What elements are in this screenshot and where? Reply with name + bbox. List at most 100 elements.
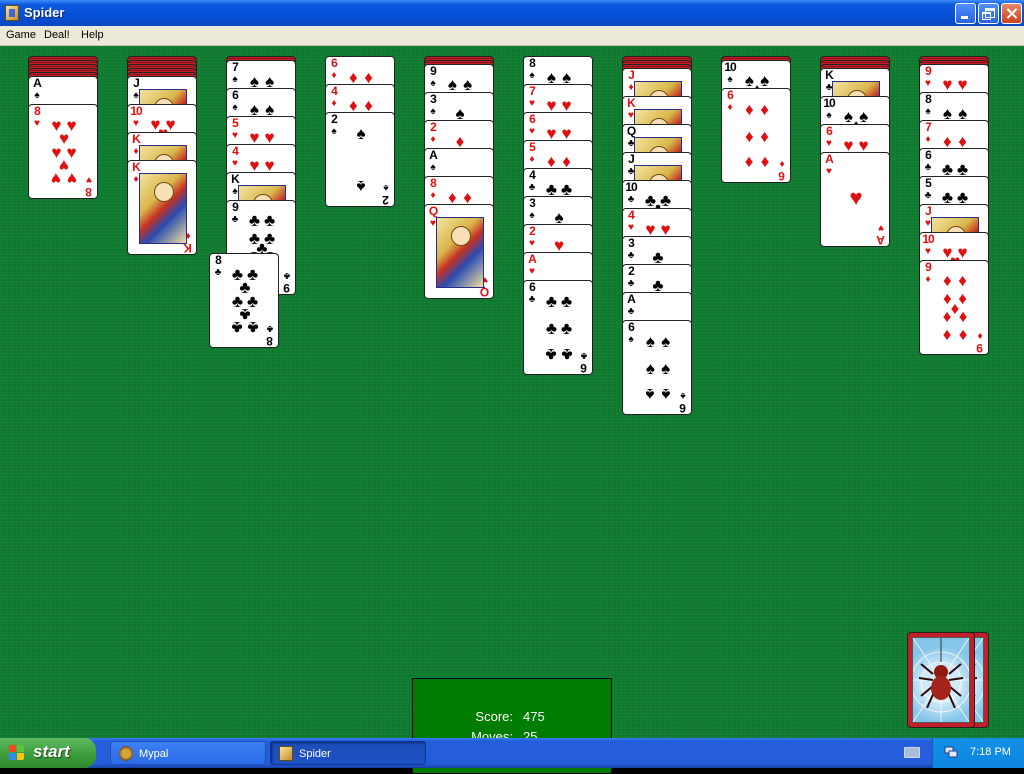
game-table: A♠A♠♠8♥8♥♥♥♥♥♥♥♥♥J♠J♠10♥10♥♥♥♥♥♥♥♥♥♥♥K♦K…	[0, 46, 1024, 774]
card-index-top: 7 ♥	[526, 85, 538, 109]
restore-button[interactable]	[978, 3, 999, 24]
card-suit-icon: ♣	[627, 306, 635, 317]
clock[interactable]: 7:18 PM	[970, 746, 1011, 758]
card-suit-icon: ♦	[925, 274, 931, 285]
playing-card[interactable]: 6♣6♣♣♣♣♣♣♣	[523, 280, 593, 375]
taskbar-item-spider[interactable]: Spider	[270, 741, 426, 765]
card-suit-icon: ♣	[627, 194, 635, 205]
card-index-bottom: 9 ♦	[974, 330, 986, 354]
card-suit-icon: ♠	[34, 90, 40, 101]
card-rank: 6	[925, 148, 932, 162]
card-suit-icon: ♥	[86, 174, 92, 185]
card-index-top: 3 ♠	[526, 197, 538, 221]
card-rank: 5	[529, 140, 536, 154]
network-icon[interactable]	[944, 745, 958, 759]
card-rank: K	[825, 68, 834, 82]
playing-card[interactable]: K♦K♦	[127, 160, 197, 255]
card-suit-icon: ♥	[878, 222, 884, 233]
keyboard-icon[interactable]	[904, 747, 920, 758]
card-rank: 2	[628, 264, 635, 278]
card-index-top: 6 ♥	[823, 124, 835, 149]
card-suit-icon: ♣	[924, 162, 932, 173]
card-index-top: 8 ♠	[922, 93, 934, 117]
court-figure-icon	[436, 217, 484, 288]
dragged-card[interactable]: 8 ♣ 8 ♣ ♣ ♣ ♣ ♣ ♣ ♣ ♣ ♣	[209, 253, 279, 348]
playing-card[interactable]: Q ♥ Q ♥	[424, 204, 494, 299]
card-rank: 6	[529, 280, 536, 294]
card-rank: A	[429, 148, 438, 162]
suit-pip-icon: ♠	[356, 176, 366, 196]
card-index-top: 3 ♣	[625, 236, 637, 261]
card-rank: 10	[922, 232, 934, 246]
spider-app-icon[interactable]	[5, 5, 19, 21]
card-index-bottom: A♥	[875, 222, 887, 246]
card-rank: J	[628, 68, 635, 82]
card-rank: 8	[86, 185, 92, 199]
suit-pip-icon: ♥	[849, 185, 863, 210]
card-rank: 3	[430, 92, 437, 106]
card-rank: 6	[680, 401, 686, 415]
card-rank: K	[231, 172, 240, 186]
card-suit-icon: ♦	[430, 134, 436, 145]
card-rank: J	[628, 152, 635, 166]
card-suit-icon: ♠	[232, 102, 238, 113]
card-rank: 8	[267, 334, 273, 348]
title-bar[interactable]: Spider	[0, 0, 1024, 26]
minimize-button[interactable]	[955, 3, 976, 24]
card-index-top: 3 ♠	[427, 92, 439, 117]
playing-card[interactable]: 6♠6♠♠♠♠♠♠♠	[622, 320, 692, 415]
card-suit-icon: ♣	[214, 267, 222, 278]
card-index-top: A ♠	[427, 148, 439, 173]
card-suit-icon: ♠	[232, 74, 238, 85]
card-suit-icon: ♠	[331, 126, 337, 137]
card-index-top: 10 ♠	[823, 97, 835, 121]
card-index-top: 8 ♠	[526, 57, 538, 81]
card-rank: 8	[430, 176, 437, 190]
card-rank: 6	[331, 56, 338, 70]
suit-pip-icon: ♦	[958, 326, 967, 346]
playing-card[interactable]: 6♦6♦♦♦♦♦♦♦	[721, 88, 791, 183]
card-index-top: 9 ♥	[922, 65, 934, 89]
card-rank: 9	[925, 260, 932, 274]
taskbar-item-mypal[interactable]: Mypal	[110, 741, 266, 765]
menu-help[interactable]: Help	[81, 29, 104, 41]
card-rank: 6	[779, 169, 785, 183]
card-suit-icon: ♥	[925, 78, 931, 89]
close-button[interactable]	[1001, 3, 1022, 24]
taskbar-item-label: Spider	[299, 748, 331, 760]
card-suit-icon: ♠	[430, 106, 436, 117]
card-rank: 6	[826, 124, 833, 138]
card-suit-icon: ♠	[628, 334, 634, 345]
court-figure-icon	[139, 173, 187, 244]
card-suit-icon: ♥	[133, 118, 139, 129]
card-index-top: 10 ♣	[625, 181, 637, 205]
card-index-top: 6 ♣	[922, 148, 934, 173]
card-rank: 3	[628, 236, 635, 250]
stock-deck[interactable]	[907, 632, 975, 728]
playing-card[interactable]: 9 ♦ 9 ♦ ♦ ♦ ♦ ♦ ♦ ♦ ♦ ♦ ♦	[919, 260, 989, 355]
menu-game[interactable]: Game	[6, 29, 36, 41]
card-suit-icon: ♥	[826, 138, 832, 149]
playing-card[interactable]: A♥A♥♥	[820, 152, 890, 247]
card-rank: 9	[232, 200, 239, 214]
card-rank: A	[627, 292, 636, 306]
playing-card[interactable]: 2 ♠ 2 ♠ ♠ ♠	[325, 112, 395, 207]
card-rank: 2	[529, 224, 536, 238]
menu-deal[interactable]: Deal!	[44, 29, 70, 41]
playing-card[interactable]: 8 ♥ 8 ♥ ♥ ♥ ♥ ♥ ♥ ♥ ♥ ♥	[28, 104, 98, 199]
start-button[interactable]: start	[0, 738, 96, 768]
card-suit-icon: ♠	[925, 106, 931, 117]
suit-pip-icon: ♣	[561, 318, 573, 338]
suit-pip-icon: ♥	[957, 74, 968, 94]
card-index-top: 2 ♥	[526, 224, 538, 249]
card-suit-icon: ♠	[383, 182, 389, 193]
card-rank: Q	[626, 124, 636, 138]
card-rank: 9	[430, 64, 437, 78]
start-label: start	[33, 742, 70, 761]
card-index-bottom: 8 ♣	[264, 323, 276, 348]
card-rank: 5	[232, 116, 239, 130]
card-index-top: 10 ♥	[922, 232, 934, 257]
card-rank: K	[627, 96, 636, 110]
card-index-top: 6 ♦	[328, 56, 340, 81]
card-suit-icon: ♥	[529, 126, 535, 137]
